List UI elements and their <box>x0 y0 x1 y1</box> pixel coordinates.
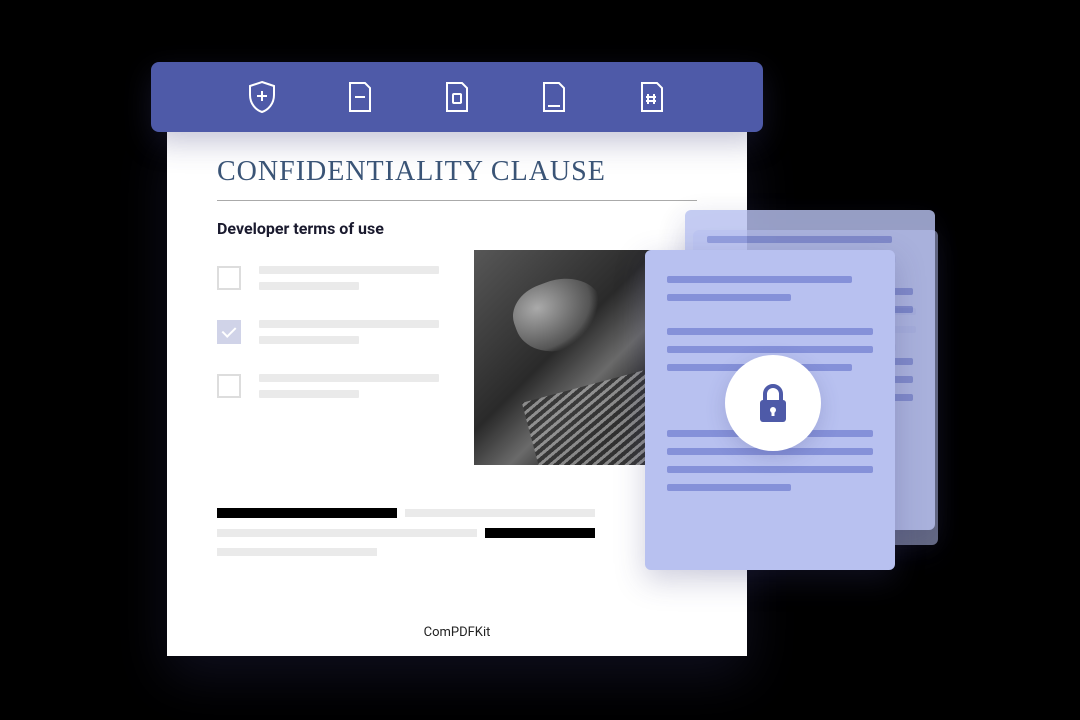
text-placeholder <box>259 320 459 344</box>
document-subtitle: Developer terms of use <box>217 219 697 238</box>
brand-label: ComPDFKit <box>167 625 747 640</box>
locked-documents-stack <box>645 210 945 570</box>
page-minus-icon[interactable] <box>344 79 376 115</box>
page-letter-icon[interactable] <box>441 79 473 115</box>
redacted-text-block <box>217 508 697 566</box>
shield-plus-icon[interactable] <box>246 79 278 115</box>
text-placeholder <box>259 374 459 398</box>
page-bottom-icon[interactable] <box>538 79 570 115</box>
redaction-toolbar <box>151 62 763 132</box>
lock-icon <box>725 355 821 451</box>
checkbox-unchecked[interactable] <box>217 266 241 290</box>
document-title: CONFIDENTIALITY CLAUSE <box>217 156 697 188</box>
checkbox-unchecked[interactable] <box>217 374 241 398</box>
page-hash-icon[interactable] <box>636 79 668 115</box>
title-divider <box>217 200 697 201</box>
checkbox-checked[interactable] <box>217 320 241 344</box>
text-placeholder <box>259 266 459 290</box>
